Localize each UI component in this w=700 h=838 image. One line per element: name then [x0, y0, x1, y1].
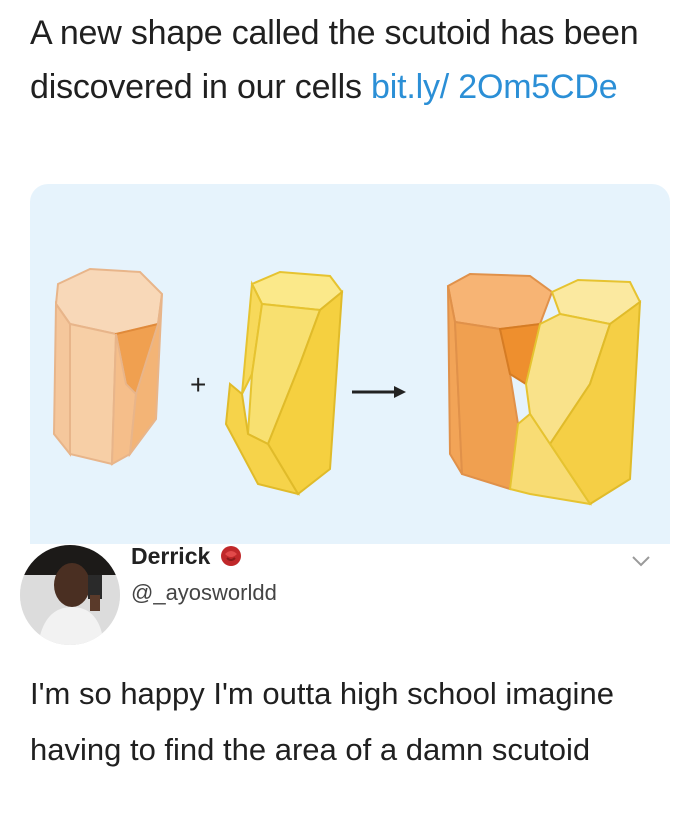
post-text: A new shape called the scutoid has been …	[30, 6, 680, 114]
plus-symbol: +	[190, 369, 206, 400]
scutoid-pair-shape	[446, 272, 642, 506]
peach-prism-shape	[52, 267, 164, 466]
reply-author-name[interactable]: Derrick	[131, 543, 210, 570]
scutoid-illustration[interactable]: +	[30, 184, 670, 544]
reply-text: I'm so happy I'm outta high school imagi…	[30, 676, 614, 767]
verified-rose-icon	[221, 545, 242, 566]
chevron-down-icon[interactable]	[630, 553, 652, 569]
avatar[interactable]	[20, 545, 120, 645]
reply-author-handle[interactable]: @_ayosworldd	[131, 580, 277, 606]
yellow-prism-shape	[224, 270, 344, 496]
arrow-head	[394, 386, 406, 398]
post-link[interactable]: bit.ly/ 2Om5CDe	[371, 68, 618, 106]
reply-author-row: Derrick	[131, 543, 244, 570]
